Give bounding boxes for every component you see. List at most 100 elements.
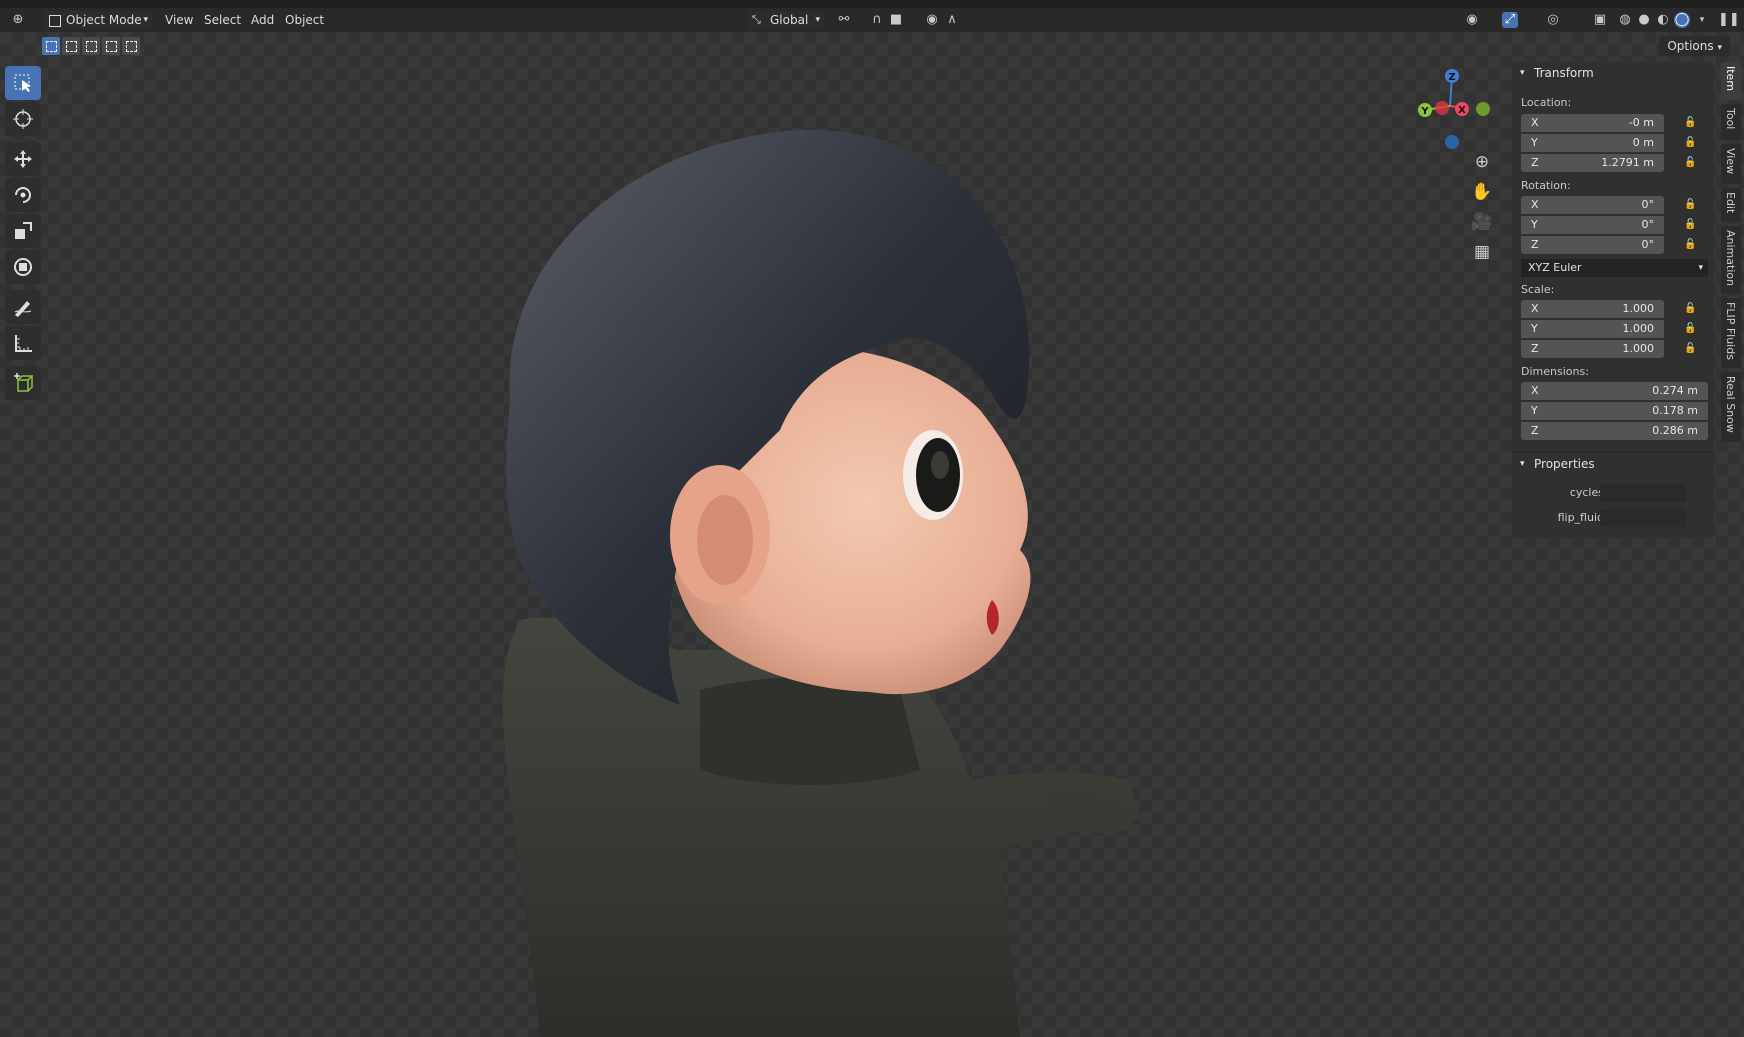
- falloff-icon[interactable]: ∧: [944, 12, 960, 28]
- rotation-x-field[interactable]: X 0°: [1521, 196, 1664, 214]
- tab-tool[interactable]: Tool: [1721, 104, 1741, 140]
- lock-icon[interactable]: 🔓: [1684, 137, 1696, 149]
- gizmo-neg-y-axis[interactable]: [1476, 102, 1490, 116]
- dimensions-x-field[interactable]: X 0.274 m: [1521, 382, 1708, 400]
- material-shading-icon[interactable]: ◐: [1655, 12, 1671, 28]
- tab-real-snow[interactable]: Real Snow: [1721, 372, 1741, 442]
- character-render: [502, 130, 1140, 1037]
- location-z-field[interactable]: Z 1.2791 m: [1521, 154, 1664, 172]
- dimensions-z-field[interactable]: Z 0.286 m: [1521, 422, 1708, 440]
- rotation-label: Rotation:: [1521, 179, 1571, 192]
- chevron-down-icon: ▾: [1698, 263, 1703, 273]
- location-x-field[interactable]: X -0 m: [1521, 114, 1664, 132]
- rotation-z-field[interactable]: Z 0°: [1521, 236, 1664, 254]
- gizmo-neg-z-axis[interactable]: [1445, 135, 1459, 149]
- rotation-mode-select[interactable]: XYZ Euler ▾: [1521, 259, 1708, 277]
- object-mode-icon: [49, 15, 61, 27]
- menu-view[interactable]: View: [165, 11, 193, 29]
- pause-icon[interactable]: ❚❚: [1718, 12, 1740, 28]
- tab-item[interactable]: Item: [1721, 62, 1741, 100]
- measure-icon[interactable]: [5, 326, 41, 360]
- navigation-gizmo[interactable]: Z X Y: [1405, 66, 1495, 156]
- chevron-down-icon: ▾: [143, 15, 148, 25]
- sidebar-item-panel: ▾ Transform Location: X -0 m Y0 m Z 1.2791…: [1512, 62, 1714, 538]
- camera-view-icon[interactable]: 🎥: [1470, 210, 1494, 234]
- orientation-dropdown[interactable]: ⤡ Global ▾: [748, 11, 824, 29]
- axis-orientation-icon: ⤡: [752, 13, 761, 26]
- gizmo-z-label: Z: [1448, 72, 1455, 83]
- properties-header[interactable]: ▾ Properties: [1512, 452, 1714, 475]
- property-field-flip-fluid[interactable]: [1600, 509, 1686, 527]
- move-icon[interactable]: [5, 142, 41, 176]
- tab-animation[interactable]: Animation: [1721, 226, 1741, 294]
- dimensions-label: Dimensions:: [1521, 365, 1589, 378]
- window-top-strip: [0, 0, 1744, 8]
- options-label: Options: [1667, 39, 1714, 53]
- annotate-icon[interactable]: [5, 290, 41, 324]
- scale-z-field[interactable]: Z 1.000: [1521, 340, 1664, 358]
- options-button[interactable]: Options ▾: [1659, 36, 1730, 56]
- chevron-down-icon: ▾: [1717, 43, 1722, 53]
- scale-label: Scale:: [1521, 283, 1555, 296]
- add-cube-icon[interactable]: [5, 366, 41, 400]
- lock-icon[interactable]: 🔓: [1684, 323, 1696, 335]
- scale-icon[interactable]: [5, 214, 41, 248]
- transform-icon[interactable]: [5, 250, 41, 284]
- lock-icon[interactable]: 🔓: [1684, 239, 1696, 251]
- menu-add[interactable]: Add: [251, 11, 274, 29]
- property-row-cycles: cycles: [1512, 484, 1714, 504]
- cursor-icon[interactable]: [5, 102, 41, 136]
- wireframe-shading-icon[interactable]: ◍: [1617, 12, 1633, 28]
- select-box-icon[interactable]: [5, 66, 41, 100]
- solid-shading-icon[interactable]: ●: [1636, 12, 1652, 28]
- editor-type-icon[interactable]: ⊕: [10, 12, 26, 28]
- gizmo-toggle-icon[interactable]: ⤢: [1502, 12, 1518, 28]
- orientation-label: Global: [770, 13, 809, 27]
- tool-shelf: [5, 66, 43, 402]
- zoom-icon[interactable]: ⊕: [1470, 150, 1494, 174]
- gizmo-neg-x-axis[interactable]: [1435, 101, 1449, 115]
- tab-flip-fluids[interactable]: FLIP Fluids: [1721, 298, 1741, 368]
- lock-icon[interactable]: 🔓: [1684, 343, 1696, 355]
- location-label: Location:: [1521, 96, 1572, 109]
- mode-dropdown[interactable]: Object Mode ▾: [44, 11, 152, 29]
- select-extend-button[interactable]: [62, 37, 80, 55]
- select-new-button[interactable]: [42, 37, 60, 55]
- transform-title: Transform: [1534, 66, 1594, 80]
- select-subtract-button[interactable]: [82, 37, 100, 55]
- proportional-edit-icon[interactable]: ◉: [924, 12, 940, 28]
- snap-target-icon[interactable]: ■: [888, 12, 904, 28]
- scale-x-field[interactable]: X 1.000: [1521, 300, 1664, 318]
- chevron-down-icon: ▾: [815, 15, 820, 25]
- property-label: cycles: [1569, 486, 1604, 499]
- tab-view[interactable]: View: [1721, 144, 1741, 184]
- lock-icon[interactable]: 🔓: [1684, 303, 1696, 315]
- rotate-icon[interactable]: [5, 178, 41, 212]
- dimensions-y-field[interactable]: Y 0.178 m: [1521, 402, 1708, 420]
- tab-edit[interactable]: Edit: [1721, 188, 1741, 222]
- property-field-cycles[interactable]: [1600, 484, 1686, 502]
- pivot-point-icon[interactable]: ⚯: [836, 12, 852, 28]
- select-invert-button[interactable]: [102, 37, 120, 55]
- rotation-y-field[interactable]: Y 0°: [1521, 216, 1664, 234]
- transform-header[interactable]: ▾ Transform: [1512, 62, 1714, 84]
- lock-icon[interactable]: 🔓: [1684, 117, 1696, 129]
- property-label: flip_fluid: [1557, 511, 1604, 524]
- rendered-shading-icon[interactable]: ◯: [1674, 12, 1690, 28]
- overlay-icon[interactable]: ◎: [1545, 12, 1561, 28]
- select-mode-group: [42, 37, 140, 57]
- visibility-eye-icon[interactable]: ◉: [1464, 12, 1480, 28]
- pan-hand-icon[interactable]: ✋: [1470, 180, 1494, 204]
- chevron-down-icon[interactable]: ▾: [1694, 12, 1710, 28]
- scale-y-field[interactable]: Y 1.000: [1521, 320, 1664, 338]
- lock-icon[interactable]: 🔓: [1684, 219, 1696, 231]
- xray-icon[interactable]: ▣: [1592, 12, 1608, 28]
- snap-magnet-icon[interactable]: ∩: [869, 12, 885, 28]
- menu-select[interactable]: Select: [204, 11, 241, 29]
- select-intersect-button[interactable]: [122, 37, 140, 55]
- lock-icon[interactable]: 🔓: [1684, 157, 1696, 169]
- perspective-grid-icon[interactable]: ▦: [1470, 240, 1494, 264]
- menu-object[interactable]: Object: [285, 11, 324, 29]
- location-y-field[interactable]: Y0 m: [1521, 134, 1664, 152]
- lock-icon[interactable]: 🔓: [1684, 199, 1696, 211]
